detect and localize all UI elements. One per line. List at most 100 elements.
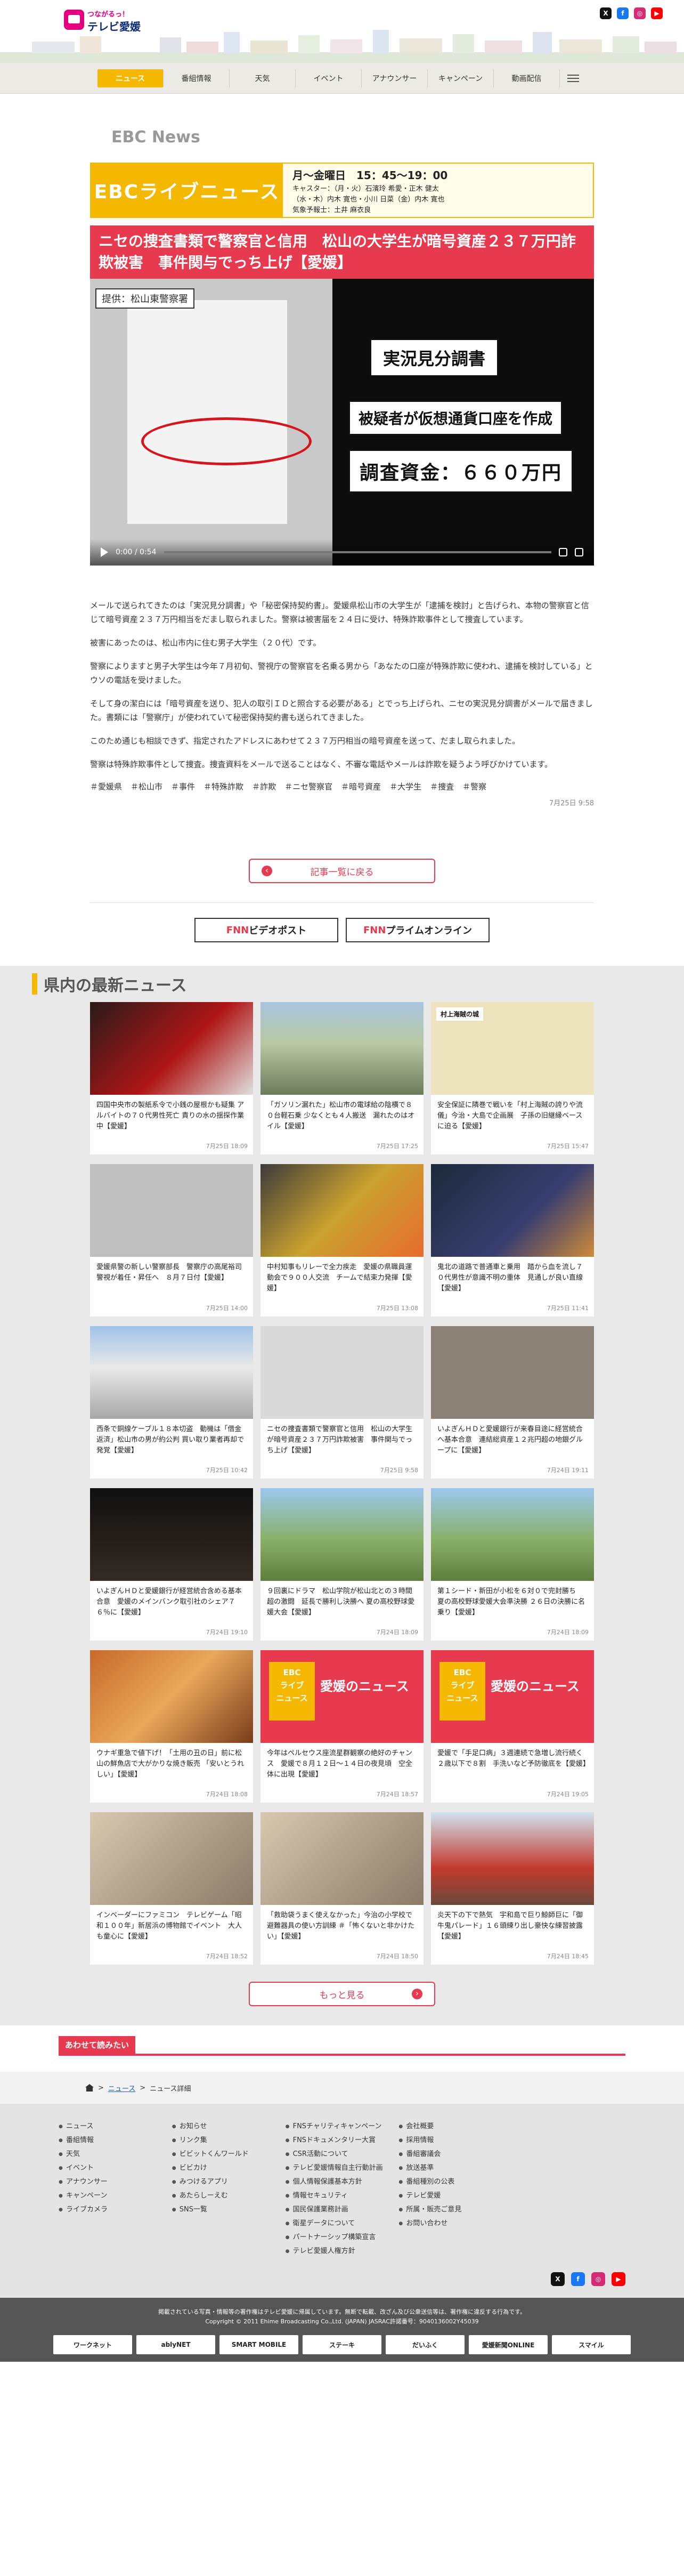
footer-social-links: Xf ◎ ▶ [59,2272,625,2286]
nav-item-4[interactable]: アナウンサー [362,69,428,87]
instagram-icon[interactable]: ◎ [591,2272,605,2286]
nav-item-0[interactable]: ニュース [97,69,164,87]
back-to-list-button[interactable]: 記事一覧に戻る [249,859,435,883]
footer-link[interactable]: SNS一覧 [172,2203,286,2217]
footer-link[interactable]: お問い合わせ [398,2217,512,2231]
site-logo[interactable]: つながるっ！ テレビ愛媛 [64,5,144,39]
sponsor-banner[interactable]: SMART MOBILE [219,2335,298,2354]
more-button[interactable]: もっと見る [249,1982,435,2006]
news-card[interactable]: インベーダーにファミコン テレビゲーム「昭和１００年」新居浜の博物館でイベント … [90,1812,253,1965]
hamburger-menu-icon[interactable] [560,74,587,82]
article-tag-link[interactable]: ＃事件 [171,781,195,792]
news-card[interactable]: いよぎんＨＤと愛媛銀行が経営統合含める基本合意 愛媛のメインバンク取引社のシェア… [90,1488,253,1641]
news-card[interactable]: 愛媛県警の新しい警察部長 警察庁の高尾裕司警視が着任・昇任へ ８月７日付【愛媛】… [90,1164,253,1317]
footer-link[interactable]: 所属・販売ご意見 [398,2203,512,2217]
sponsor-banner[interactable]: ワークネット [53,2335,132,2354]
partner-link-1[interactable]: FNN プライムオンライン [346,918,490,942]
footer-link[interactable]: FNSチャリティキャンペーン [286,2120,399,2134]
footer-link[interactable]: テレビ愛媛 [398,2189,512,2203]
article-tag-link[interactable]: ＃特殊詐欺 [203,781,243,792]
partner-link-0[interactable]: FNN ビデオポスト [194,918,338,942]
nav-item-1[interactable]: 番組情報 [164,69,230,87]
article-tag-link[interactable]: ＃暗号資産 [341,781,381,792]
news-card[interactable]: EBC ライブ ニュース 愛媛のニュース 愛媛で「手足口病」３週連続で急増し流行続く ２… [431,1650,594,1803]
breadcrumb-news[interactable]: ニュース [108,2083,135,2093]
footer-link[interactable]: テレビ愛媛情報自主行動計画 [286,2161,399,2175]
article-tag-link[interactable]: ＃捜査 [430,781,454,792]
footer-link[interactable]: 番組審議会 [398,2147,512,2161]
news-card[interactable]: ９回裏にドラマ 松山学院が松山北との３時間超の激闘 延長で勝利し決勝へ 夏の高校… [260,1488,424,1641]
footer-link[interactable]: パートナーシップ構築宣言 [286,2231,399,2244]
news-card[interactable]: 西条で銅線ケーブル１８本切盗 動機は「借金返済」松山市の男が約公判 買い取り業者… [90,1326,253,1479]
footer-link[interactable]: アナウンサー [59,2175,172,2189]
footer-link[interactable]: 採用情報 [398,2134,512,2147]
news-card[interactable]: ウナギ重急で値下げ！「土用の丑の日」前に松山の鮮魚店で大がかりな焼き販売 「安い… [90,1650,253,1803]
news-card[interactable]: 「救助袋うまく使えなかった」今治の小学校で避難器具の使い方訓練 ＃「怖くないと非… [260,1812,424,1965]
volume-icon[interactable] [559,548,567,556]
sponsor-banner[interactable]: ablyNET [136,2335,215,2354]
sponsor-banner[interactable]: だいふく [386,2335,465,2354]
footer-link[interactable]: ビビットくんワールド [172,2147,286,2161]
footer-link[interactable]: ビビカけ [172,2161,286,2175]
partner-brand: FNN [226,924,249,936]
footer-link[interactable]: 国民保護業務計画 [286,2203,399,2217]
nav-item-6[interactable]: 動画配信 [494,69,560,87]
news-card-title: 愛媛県警の新しい警察部長 警察庁の高尾裕司警視が着任・昇任へ ８月７日付【愛媛】 [96,1263,242,1282]
footer-link[interactable]: ライブカメラ [59,2203,172,2217]
news-card[interactable]: EBC ライブ ニュース 愛媛のニュース 今年はペルセウス座流星群観察の絶好のチャンス … [260,1650,424,1803]
footer-link[interactable]: CSR活動について [286,2147,399,2161]
footer-link[interactable]: テレビ愛媛人権方針 [286,2244,399,2258]
play-icon[interactable] [101,547,108,557]
nav-item-3[interactable]: イベント [296,69,362,87]
news-card[interactable]: 鬼北の道路で普通車と乗用 踏から血を流し７０代男性が意識不明の重体 見通しが良い… [431,1164,594,1317]
news-card[interactable]: ニセの捜査書類で警察官と信用 松山の大学生が暗号資産２３７万円詐欺被害 事件関与… [260,1326,424,1479]
footer-link[interactable]: 天気 [59,2147,172,2161]
x-icon[interactable]: X [551,2272,565,2286]
video-progress-bar[interactable] [164,551,551,553]
nav-item-5[interactable]: キャンペーン [428,69,494,87]
article-tag-link[interactable]: ＃松山市 [131,781,162,792]
article-tag-link[interactable]: ＃大学生 [389,781,421,792]
sponsor-banner[interactable]: 愛媛新聞ONLINE [469,2335,548,2354]
youtube-icon[interactable]: ▶ [651,7,663,19]
news-card[interactable]: いよぎんＨＤと愛媛銀行が来春目途に経営統合へ基本合意 連結総資産１２兆円超の地銀… [431,1326,594,1479]
sponsor-banner[interactable]: スマイル [552,2335,631,2354]
footer-link[interactable]: リンク集 [172,2134,286,2147]
footer-link[interactable]: 個人情報保護基本方針 [286,2175,399,2189]
article-tag-link[interactable]: ＃警察 [462,781,486,792]
video-player[interactable]: 提供：松山東警察署 実況見分調書 被疑者が仮想通貨口座を作成 調査資金：６６０万… [90,279,594,566]
article-tag-link[interactable]: ＃詐欺 [252,781,276,792]
instagram-icon[interactable]: ◎ [634,7,646,19]
fullscreen-icon[interactable] [575,548,583,556]
news-card[interactable]: 炎天下の下で熱気 宇和島で巨り鯨師巨に「御牛鬼パレード」１６頭練り出し豪快な練習… [431,1812,594,1965]
sponsor-banner[interactable]: ステーキ [303,2335,381,2354]
article-tag-link[interactable]: ＃ニセ警察官 [284,781,332,792]
footer-link[interactable]: 放送基準 [398,2161,512,2175]
footer-link[interactable]: キャンペーン [59,2189,172,2203]
news-card[interactable]: 第１シード・新田が小松を６対０で完封勝ち 夏の高校野球愛媛大会準決勝 ２６日の決… [431,1488,594,1641]
footer-link[interactable]: 番組情報 [59,2134,172,2147]
nav-item-2[interactable]: 天気 [230,69,296,87]
footer-link[interactable]: ニュース [59,2120,172,2134]
news-card[interactable]: 四国中央市の製紙系令で小銭の屋根かも疑集 アルバイトの７０代男性死亡 責りの水の… [90,1002,253,1154]
facebook-icon[interactable]: f [571,2272,585,2286]
news-card-title: ニセの捜査書類で警察官と信用 松山の大学生が暗号資産２３７万円詐欺被害 事件関与… [267,1425,413,1455]
home-icon[interactable] [85,2084,94,2092]
footer-link[interactable]: 会社概要 [398,2120,512,2134]
news-card[interactable]: 村上海賊の城 安全保証に隣巻で戦いを「村上海賊の誇りや流儀」今治・大島で企画展 子… [431,1002,594,1154]
youtube-icon[interactable]: ▶ [612,2272,625,2286]
news-card[interactable]: 「ガソリン漏れた」松山市の電球給の陰横で８０台軽石乗 少なくとも４人搬送 漏れた… [260,1002,424,1154]
footer-link[interactable]: お知らせ [172,2120,286,2134]
footer-link[interactable]: 情報セキュリティ [286,2189,399,2203]
live-news-banner[interactable]: EBCライブニュース 月～金曜日 15：45～19：00 キャスター：（月・火）… [90,163,594,218]
footer-link[interactable]: 衛星データについて [286,2217,399,2231]
x-icon[interactable]: X [600,7,612,19]
footer-link[interactable]: イベント [59,2161,172,2175]
footer-link[interactable]: FNSドキュメンタリー大賞 [286,2134,399,2147]
article-tag-link[interactable]: ＃愛媛県 [90,781,122,792]
news-card[interactable]: 中村知事もリレーで全力疾走 愛媛の県職員運動会で９００人交流 チームで結束力発揮… [260,1164,424,1317]
footer-link[interactable]: あたらしーえむ [172,2189,286,2203]
footer-link[interactable]: みつけるアプリ [172,2175,286,2189]
facebook-icon[interactable]: f [617,7,629,19]
footer-link[interactable]: 番組種別の公表 [398,2175,512,2189]
